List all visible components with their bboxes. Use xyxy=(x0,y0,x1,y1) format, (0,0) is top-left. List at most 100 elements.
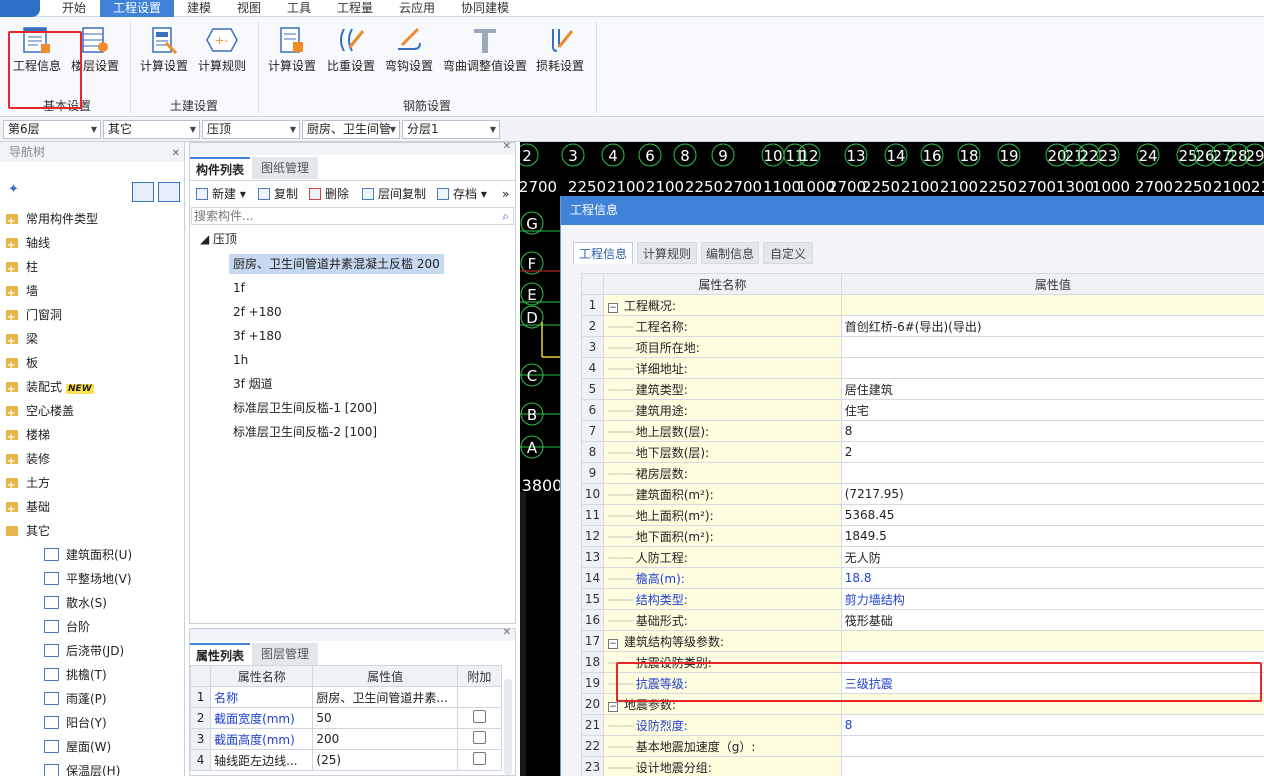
menu-tools[interactable]: 工具 xyxy=(287,0,311,17)
list-view-icon[interactable] xyxy=(132,182,154,202)
info-row[interactable]: 10 ┈┈┈┈ 建筑面积(m²): (7217.95) xyxy=(581,483,1264,505)
attribute-row[interactable]: 2 截面宽度(mm) 50 xyxy=(189,707,503,729)
attribute-row[interactable]: 4 轴线距左边线... (25) xyxy=(189,749,503,771)
add-icon[interactable]: ✦ xyxy=(8,182,19,197)
category-select[interactable]: 其它 ▼ xyxy=(103,120,200,139)
nav-item[interactable]: 柱 xyxy=(6,255,38,282)
info-row[interactable]: 14 ┈┈┈┈ 檐高(m): 18.8 xyxy=(581,567,1264,589)
info-value[interactable] xyxy=(840,357,1264,379)
component-item[interactable]: 3f +180 xyxy=(233,326,282,346)
info-value[interactable] xyxy=(840,756,1264,776)
nav-sub-item[interactable]: 散水(S) xyxy=(44,591,107,615)
info-row[interactable]: 4 ┈┈┈┈ 详细地址: xyxy=(581,357,1264,379)
info-value[interactable]: 首创红桥-6#(导出)(导出) xyxy=(840,315,1264,337)
info-row[interactable]: 15 ┈┈┈┈ 结构类型: 剪力墙结构 xyxy=(581,588,1264,610)
info-value[interactable]: 1849.5 xyxy=(840,525,1264,547)
info-value[interactable]: (7217.95) xyxy=(840,483,1264,505)
component-item[interactable]: 1h xyxy=(233,350,248,370)
info-value[interactable]: 筏形基础 xyxy=(840,609,1264,631)
collapse-toggle-icon[interactable]: − xyxy=(607,638,618,649)
civil-calc-settings-button[interactable]: 计算设置 xyxy=(136,21,192,89)
nav-item[interactable]: 轴线 xyxy=(6,231,50,258)
hook-settings-button[interactable]: 弯钩设置 xyxy=(382,21,436,89)
floor-select[interactable]: 第6层 ▼ xyxy=(3,120,101,139)
component-item[interactable]: 标准层卫生间反槛-2 [100] xyxy=(233,422,377,442)
info-row[interactable]: 22 ┈┈┈┈ 基本地震加速度（g）: xyxy=(581,735,1264,757)
close-icon[interactable]: ✕ xyxy=(503,141,511,152)
tree-root[interactable]: ◢ 压顶 xyxy=(200,229,237,249)
menu-project-settings[interactable]: 工程设置 xyxy=(100,0,174,17)
close-icon[interactable]: ✕ xyxy=(172,144,180,164)
component-item[interactable]: 标准层卫生间反槛-1 [200] xyxy=(233,398,377,418)
nav-sub-item[interactable]: 平整场地(V) xyxy=(44,567,132,591)
info-row[interactable]: 7 ┈┈┈┈ 地上层数(层): 8 xyxy=(581,420,1264,442)
menu-cloud[interactable]: 云应用 xyxy=(399,0,435,17)
info-value[interactable]: 8 xyxy=(840,714,1264,736)
grid-view-icon[interactable] xyxy=(158,182,180,202)
info-row[interactable]: 6 ┈┈┈┈ 建筑用途: 住宅 xyxy=(581,399,1264,421)
app-logo-icon[interactable] xyxy=(0,0,40,17)
component-type-select[interactable]: 压顶 ▼ xyxy=(202,120,300,139)
new-button[interactable]: 新建 ▾ xyxy=(196,185,246,203)
component-select[interactable]: 厨房、卫生间管 ▼ xyxy=(302,120,400,139)
tab-project-info[interactable]: 工程信息 xyxy=(573,242,633,264)
loss-settings-button[interactable]: 损耗设置 xyxy=(532,21,588,89)
info-value[interactable]: 5368.45 xyxy=(840,504,1264,526)
info-value[interactable] xyxy=(840,735,1264,757)
tab-drawing-management[interactable]: 图纸管理 xyxy=(252,157,318,179)
density-settings-button[interactable]: 比重设置 xyxy=(324,21,378,89)
info-value[interactable]: 住宅 xyxy=(840,399,1264,421)
nav-item[interactable]: 装配式NEW xyxy=(6,375,94,402)
nav-item[interactable]: 板 xyxy=(6,351,38,378)
menu-start[interactable]: 开始 xyxy=(62,0,86,17)
menu-modeling[interactable]: 建模 xyxy=(187,0,211,17)
attribute-value[interactable]: 50 xyxy=(312,707,458,729)
nav-item[interactable]: 梁 xyxy=(6,327,38,354)
attribute-value[interactable]: (25) xyxy=(312,749,458,771)
delete-button[interactable]: 删除 xyxy=(309,185,349,203)
nav-item[interactable]: 墙 xyxy=(6,279,38,306)
tab-calc-rules[interactable]: 计算规则 xyxy=(637,242,697,264)
archive-button[interactable]: 存档 ▾ xyxy=(437,185,487,203)
info-value[interactable] xyxy=(840,336,1264,358)
attribute-value[interactable]: 厨房、卫生间管道井素... xyxy=(312,686,458,708)
info-row[interactable]: 5 ┈┈┈┈ 建筑类型: 居住建筑 xyxy=(581,378,1264,400)
info-value[interactable] xyxy=(840,462,1264,484)
nav-sub-item[interactable]: 屋面(W) xyxy=(44,735,111,759)
more-icon[interactable]: » xyxy=(502,185,509,203)
nav-sub-item[interactable]: 台阶 xyxy=(44,615,90,639)
nav-item[interactable]: 楼梯 xyxy=(6,423,50,450)
info-value[interactable]: 剪力墙结构 xyxy=(840,588,1264,610)
component-item[interactable]: 2f +180 xyxy=(233,302,282,322)
info-row[interactable]: 12 ┈┈┈┈ 地下面积(m²): 1849.5 xyxy=(581,525,1264,547)
nav-sub-item[interactable]: 阳台(Y) xyxy=(44,711,107,735)
info-value[interactable]: 2 xyxy=(840,441,1264,463)
tab-compile-info[interactable]: 编制信息 xyxy=(701,242,759,264)
info-row[interactable]: 9 ┈┈┈┈ 裙房层数: xyxy=(581,462,1264,484)
info-row[interactable]: 2 ┈┈┈┈ 工程名称: 首创红桥-6#(导出)(导出) xyxy=(581,315,1264,337)
collapse-toggle-icon[interactable]: − xyxy=(607,302,618,313)
calc-rules-button[interactable]: +- 计算规则 xyxy=(194,21,250,89)
info-value[interactable]: 居住建筑 xyxy=(840,378,1264,400)
attribute-row[interactable]: 3 截面高度(mm) 200 xyxy=(189,728,503,750)
info-row[interactable]: 11 ┈┈┈┈ 地上面积(m²): 5368.45 xyxy=(581,504,1264,526)
close-icon[interactable]: ✕ xyxy=(503,627,511,638)
layer-select[interactable]: 分层1 ▼ xyxy=(402,120,500,139)
info-value[interactable]: 8 xyxy=(840,420,1264,442)
component-item[interactable]: 3f 烟道 xyxy=(233,374,273,394)
nav-item[interactable]: 空心楼盖 xyxy=(6,399,74,426)
component-item[interactable]: 1f xyxy=(233,278,245,298)
nav-item[interactable]: 基础 xyxy=(6,495,50,522)
info-row[interactable]: 21 ┈┈┈┈ 设防烈度: 8 xyxy=(581,714,1264,736)
tab-layer-management[interactable]: 图层管理 xyxy=(252,643,318,665)
nav-sub-item[interactable]: 建筑面积(U) xyxy=(44,543,132,567)
menu-view[interactable]: 视图 xyxy=(237,0,261,17)
nav-item[interactable]: 其它 xyxy=(6,519,50,543)
collapse-toggle-icon[interactable]: − xyxy=(607,701,618,712)
nav-item[interactable]: 土方 xyxy=(6,471,50,498)
nav-sub-item[interactable]: 雨蓬(P) xyxy=(44,687,107,711)
nav-item[interactable]: 装修 xyxy=(6,447,50,474)
info-row[interactable]: 17− 建筑结构等级参数: xyxy=(581,630,1264,652)
nav-sub-item[interactable]: 挑檐(T) xyxy=(44,663,107,687)
rebar-calc-settings-button[interactable]: 计算设置 xyxy=(264,21,320,89)
